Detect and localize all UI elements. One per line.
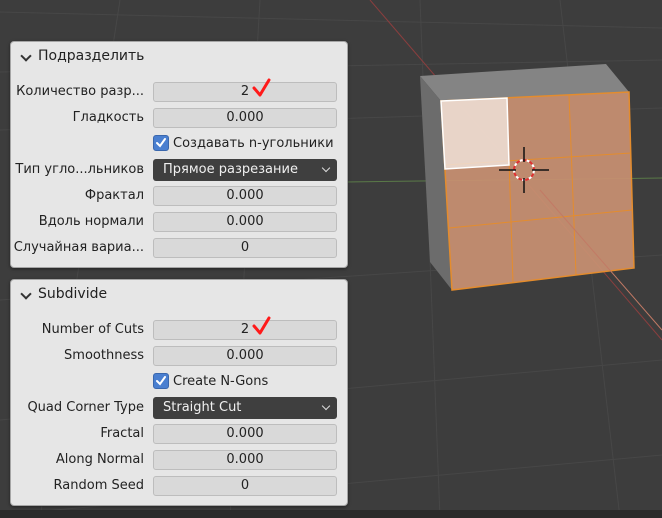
- row-number-of-cuts: Количество разр... 2: [11, 78, 347, 103]
- smoothness-label: Smoothness: [64, 348, 144, 363]
- panel-title: Подразделить: [38, 48, 145, 64]
- row-create-ngons: Создавать n-угольники: [11, 133, 347, 155]
- panel-title: Subdivide: [38, 286, 108, 302]
- chevron-down-icon[interactable]: [20, 50, 32, 62]
- fractal-field[interactable]: 0.000: [153, 186, 337, 206]
- fractal-label: Fractal: [100, 426, 144, 441]
- quad-corner-type-label: Quad Corner Type: [27, 400, 144, 415]
- quad-corner-type-value: Прямое разрезание: [163, 162, 298, 177]
- smoothness-field[interactable]: 0.000: [153, 108, 337, 128]
- random-seed-field[interactable]: 0: [153, 476, 337, 496]
- quad-corner-type-dropdown[interactable]: Straight Cut: [153, 397, 337, 419]
- along-normal-field[interactable]: 0.000: [153, 450, 337, 470]
- row-smoothness: Гладкость 0.000: [11, 107, 347, 129]
- checkmark-icon: [156, 376, 166, 386]
- along-normal-field[interactable]: 0.000: [153, 212, 337, 232]
- chevron-down-icon: [321, 401, 331, 411]
- cuts-label: Количество разр...: [16, 84, 144, 99]
- row-create-ngons: Create N-Gons: [11, 371, 347, 393]
- random-seed-field[interactable]: 0: [153, 238, 337, 258]
- quad-corner-type-dropdown[interactable]: Прямое разрезание: [153, 159, 337, 181]
- row-smoothness: Smoothness 0.000: [11, 345, 347, 367]
- create-ngons-checkbox[interactable]: [153, 373, 169, 389]
- smoothness-field[interactable]: 0.000: [153, 346, 337, 366]
- panel-header-ru[interactable]: Подразделить: [11, 42, 347, 72]
- quad-corner-type-value: Straight Cut: [163, 400, 242, 415]
- checkmark-icon: [156, 138, 166, 148]
- random-seed-label: Случайная вариа...: [13, 240, 144, 255]
- panel-header-en[interactable]: Subdivide: [11, 280, 347, 310]
- fractal-field[interactable]: 0.000: [153, 424, 337, 444]
- chevron-down-icon[interactable]: [20, 288, 32, 300]
- cuts-value: 2: [240, 322, 250, 337]
- row-quad-corner-type: Тип угло...льников Прямое разрезание: [11, 159, 347, 181]
- number-of-cuts-field[interactable]: 2: [153, 78, 337, 102]
- bottom-bar: [0, 510, 662, 518]
- quad-corner-type-label: Тип угло...льников: [15, 162, 144, 177]
- row-fractal: Fractal 0.000: [11, 423, 347, 445]
- active-face-highlight: [440, 97, 510, 170]
- random-seed-label: Random Seed: [53, 478, 144, 493]
- number-of-cuts-field[interactable]: 2: [153, 316, 337, 340]
- row-along-normal: Вдоль нормали 0.000: [11, 211, 347, 233]
- cuts-label: Number of Cuts: [41, 322, 144, 337]
- create-ngons-label[interactable]: Создавать n-угольники: [173, 136, 334, 151]
- smoothness-label: Гладкость: [72, 110, 144, 125]
- row-quad-corner-type: Quad Corner Type Straight Cut: [11, 397, 347, 419]
- row-random-seed: Random Seed 0: [11, 475, 347, 497]
- fractal-label: Фрактал: [84, 188, 144, 203]
- red-checkmark-annotation: [252, 316, 271, 335]
- red-checkmark-annotation: [252, 78, 271, 97]
- create-ngons-checkbox[interactable]: [153, 135, 169, 151]
- row-fractal: Фрактал 0.000: [11, 185, 347, 207]
- row-number-of-cuts: Number of Cuts 2: [11, 316, 347, 341]
- create-ngons-label[interactable]: Create N-Gons: [173, 374, 268, 389]
- chevron-down-icon: [321, 163, 331, 173]
- subdivide-panel-ru: Подразделить Количество разр... 2 Гладко…: [10, 41, 348, 268]
- along-normal-label: Вдоль нормали: [38, 214, 144, 229]
- subdivide-panel-en: Subdivide Number of Cuts 2 Smoothness 0.…: [10, 279, 348, 506]
- cuts-value: 2: [240, 84, 250, 99]
- along-normal-label: Along Normal: [55, 452, 144, 467]
- row-random-seed: Случайная вариа... 0: [11, 237, 347, 259]
- row-along-normal: Along Normal 0.000: [11, 449, 347, 471]
